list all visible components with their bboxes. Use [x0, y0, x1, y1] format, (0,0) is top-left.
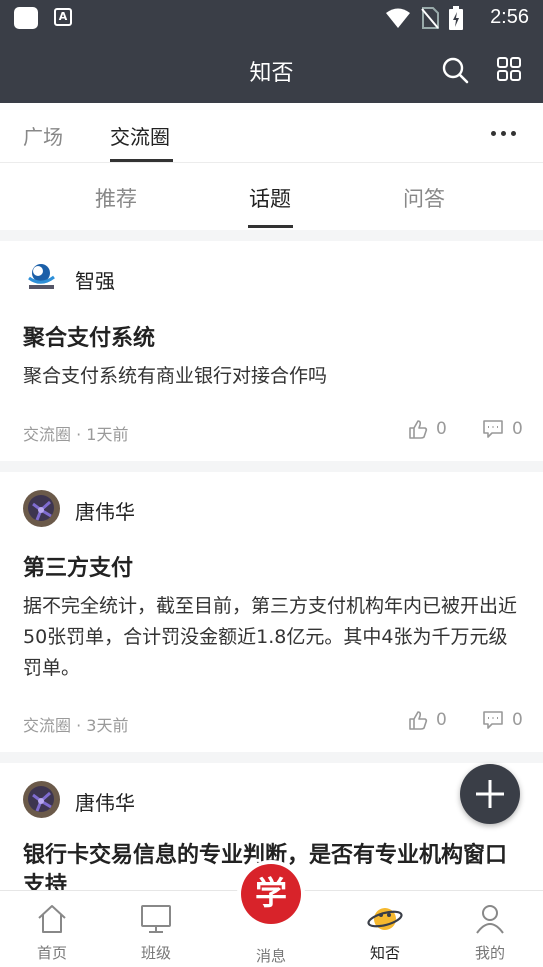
title-bar: 知否	[0, 36, 543, 103]
study-badge-button[interactable]: 学	[237, 860, 305, 928]
author-name[interactable]: 唐伟华	[75, 496, 135, 525]
post-body: 聚合支付系统有商业银行对接合作吗	[23, 365, 328, 387]
font-a-icon: A	[54, 8, 72, 26]
nav-label: 我的	[474, 944, 505, 962]
nav-zhifou[interactable]: 知否	[345, 891, 425, 967]
home-icon	[38, 905, 66, 933]
nav-label: 知否	[369, 944, 400, 962]
like-button[interactable]: 0	[408, 419, 447, 439]
tab-square[interactable]: 广场	[23, 121, 63, 150]
tab-recommended[interactable]: 推荐	[95, 183, 137, 213]
tab-topics[interactable]: 话题	[249, 183, 291, 213]
like-count: 0	[436, 710, 447, 730]
comment-count: 0	[512, 419, 523, 439]
nav-home[interactable]: 首页	[12, 891, 92, 967]
thumbs-up-icon	[409, 711, 428, 730]
nav-label: 消息	[255, 947, 286, 965]
comment-icon	[483, 420, 503, 438]
search-icon[interactable]	[441, 56, 469, 84]
tab-exchange-circle[interactable]: 交流圈	[110, 121, 170, 150]
status-time: 2:56	[490, 6, 529, 28]
like-count: 0	[436, 419, 447, 439]
post-card[interactable]: 唐伟华 第三方支付 据不完全统计，截至目前，第三方支付机构年内已被开出近50张罚…	[0, 472, 543, 752]
user-icon	[476, 905, 504, 934]
add-post-button[interactable]	[460, 764, 520, 824]
monitor-icon	[141, 905, 171, 933]
tab-qa[interactable]: 问答	[403, 183, 445, 213]
primary-tabs: 广场 交流圈	[0, 103, 543, 163]
notification-icon	[14, 7, 38, 29]
thumbs-up-icon	[409, 420, 428, 439]
apps-grid-icon[interactable]	[496, 56, 522, 82]
post-body: 据不完全统计，截至目前，第三方支付机构年内已被开出近50张罚单，合计罚没金额近1…	[23, 595, 518, 679]
wifi-icon	[386, 8, 410, 28]
nav-label: 首页	[36, 944, 67, 962]
study-badge-icon: 学	[241, 864, 301, 924]
comment-count: 0	[512, 710, 523, 730]
comment-button[interactable]: 0	[482, 710, 523, 730]
like-button[interactable]: 0	[408, 710, 447, 730]
planet-icon	[367, 908, 403, 930]
comment-button[interactable]: 0	[482, 419, 523, 439]
post-title: 第三方支付	[23, 556, 134, 581]
avatar[interactable]	[23, 490, 60, 527]
comment-icon	[483, 711, 503, 729]
battery-icon	[449, 6, 463, 30]
secondary-tabs: 推荐 话题 问答	[0, 163, 543, 230]
active-subtab-underline	[248, 225, 293, 228]
post-meta: 交流圈 · 1天前	[23, 425, 129, 444]
active-tab-underline	[110, 159, 173, 162]
more-icon[interactable]	[491, 131, 516, 136]
author-name[interactable]: 智强	[75, 265, 115, 294]
avatar[interactable]	[23, 781, 60, 818]
nav-label: 班级	[140, 944, 171, 962]
avatar[interactable]	[23, 259, 60, 296]
post-title: 聚合支付系统	[23, 326, 156, 351]
post-card[interactable]: 智强 聚合支付系统 聚合支付系统有商业银行对接合作吗 交流圈 · 1天前 0 0	[0, 241, 543, 461]
author-name[interactable]: 唐伟华	[75, 787, 135, 816]
post-meta: 交流圈 · 3天前	[23, 716, 129, 735]
nav-class[interactable]: 班级	[116, 891, 196, 967]
no-sim-icon	[421, 7, 439, 29]
nav-mine[interactable]: 我的	[450, 891, 530, 967]
status-icons	[385, 6, 463, 30]
status-bar: A 2:56	[0, 0, 543, 36]
